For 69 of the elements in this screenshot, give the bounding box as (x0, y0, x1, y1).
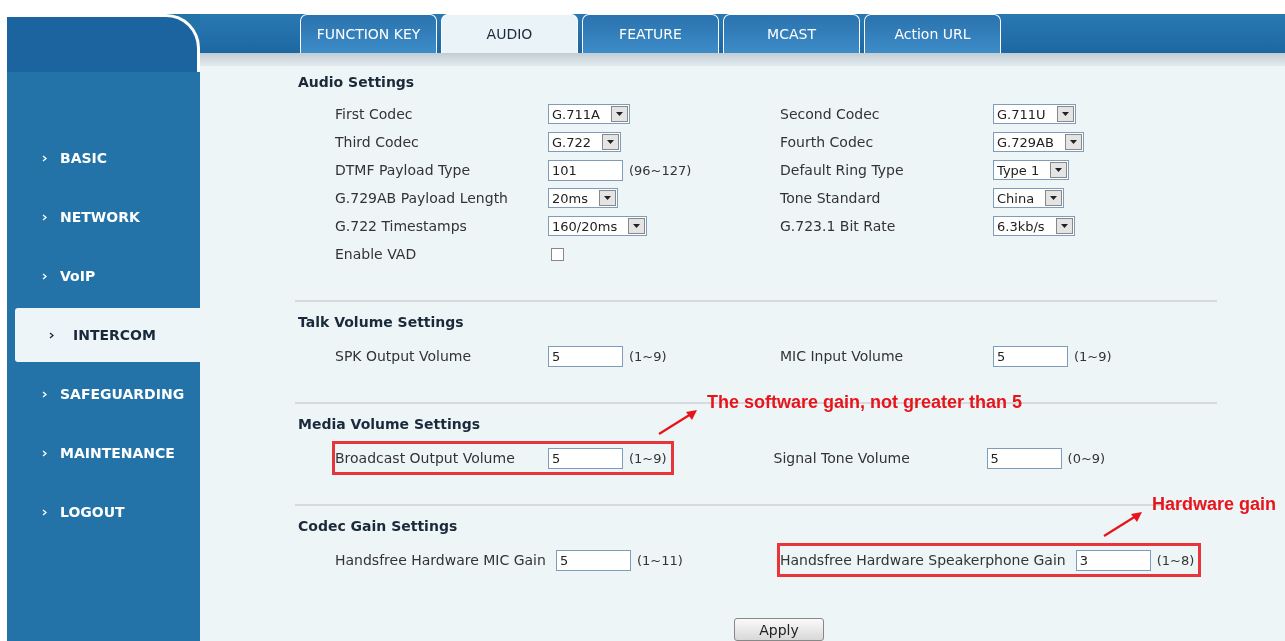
section-title: Codec Gain Settings (298, 518, 458, 536)
tab[interactable]: AUDIO (441, 14, 578, 53)
tab[interactable]: MCAST (723, 14, 860, 53)
range-hint: (1~8) (1155, 552, 1196, 568)
sidebar-item[interactable]: INTERCOM (15, 308, 200, 362)
input-field[interactable]: 5 (555, 549, 631, 571)
chevron-icon (42, 213, 47, 221)
field-label: Fourth Codec (780, 134, 875, 150)
sidebar-item[interactable]: VoIP (7, 263, 200, 289)
range-hint: (1~9) (1073, 348, 1113, 364)
section-title: Talk Volume Settings (298, 314, 464, 332)
range-hint: (1~9) (628, 450, 668, 466)
field-label: MIC Input Volume (780, 348, 905, 364)
section-title: Audio Settings (298, 74, 415, 92)
input-field[interactable]: 5 (548, 345, 623, 367)
field-label: Enable VAD (335, 246, 418, 262)
checkbox[interactable] (551, 247, 564, 261)
sidebar-item[interactable]: LOGOUT (7, 499, 200, 525)
dropdown[interactable]: G.711A (548, 104, 630, 124)
range-hint: (96~127) (628, 162, 693, 178)
chevron-icon (42, 449, 47, 457)
annotation-text: Hardware gain (1152, 494, 1277, 515)
field-label: SPK Output Volume (335, 348, 473, 364)
apply-button[interactable]: Apply (734, 618, 824, 641)
field-label: Second Codec (780, 106, 881, 122)
chevron-icon (42, 390, 47, 398)
annotation-text: The software gain, not greater than 5 (707, 392, 1023, 413)
field-label: Default Ring Type (780, 162, 905, 178)
field-label: G.722 Timestamps (335, 218, 468, 234)
dropdown[interactable]: 160/20ms (548, 216, 648, 236)
arrow (1102, 510, 1144, 538)
field-label: Third Codec (335, 134, 420, 150)
input-field[interactable]: 3 (1075, 549, 1151, 571)
tab[interactable]: FEATURE (582, 14, 719, 53)
dropdown[interactable]: G.729AB (993, 132, 1084, 152)
field-label: Broadcast Output Volume (335, 450, 516, 466)
range-hint: (1~9) (628, 348, 668, 364)
sidebar-item[interactable]: SAFEGUARDING (7, 381, 200, 407)
sidebar-item[interactable]: NETWORK (7, 204, 200, 230)
range-hint: (0~9) (1066, 450, 1107, 466)
field-label: First Codec (335, 106, 414, 122)
dropdown[interactable]: 20ms (548, 188, 618, 208)
field-label: Handsfree Hardware Speakerphone Gain (780, 552, 1067, 568)
field-label: G.729AB Payload Length (335, 190, 509, 206)
input-field[interactable]: 5 (548, 447, 623, 469)
dropdown[interactable]: China (993, 188, 1065, 208)
dropdown[interactable]: Type 1 (993, 160, 1070, 180)
field-label: G.723.1 Bit Rate (780, 218, 897, 234)
chevron-icon (49, 331, 54, 339)
field-label: DTMF Payload Type (335, 162, 472, 178)
range-hint: (1~11) (635, 552, 684, 568)
section-title: Media Volume Settings (298, 416, 481, 434)
input-field[interactable]: 5 (986, 447, 1062, 469)
arrow (657, 408, 699, 436)
chevron-icon (42, 154, 47, 162)
dropdown[interactable]: G.711U (993, 104, 1076, 124)
dropdown[interactable]: 6.3kb/s (993, 216, 1075, 236)
field-label: Tone Standard (780, 190, 882, 206)
dropdown[interactable]: G.722 (548, 132, 622, 152)
field-label: Handsfree Hardware MIC Gain (335, 552, 547, 568)
input-field[interactable]: 101 (548, 159, 623, 181)
input-field[interactable]: 5 (993, 345, 1068, 367)
sidebar-item[interactable]: BASIC (7, 145, 200, 171)
tab[interactable]: Action URL (864, 14, 1001, 53)
tab[interactable]: FUNCTION KEY (300, 14, 437, 53)
chevron-icon (42, 272, 47, 280)
chevron-icon (42, 508, 47, 516)
sidebar-item[interactable]: MAINTENANCE (7, 440, 200, 466)
field-label: Signal Tone Volume (773, 450, 911, 466)
